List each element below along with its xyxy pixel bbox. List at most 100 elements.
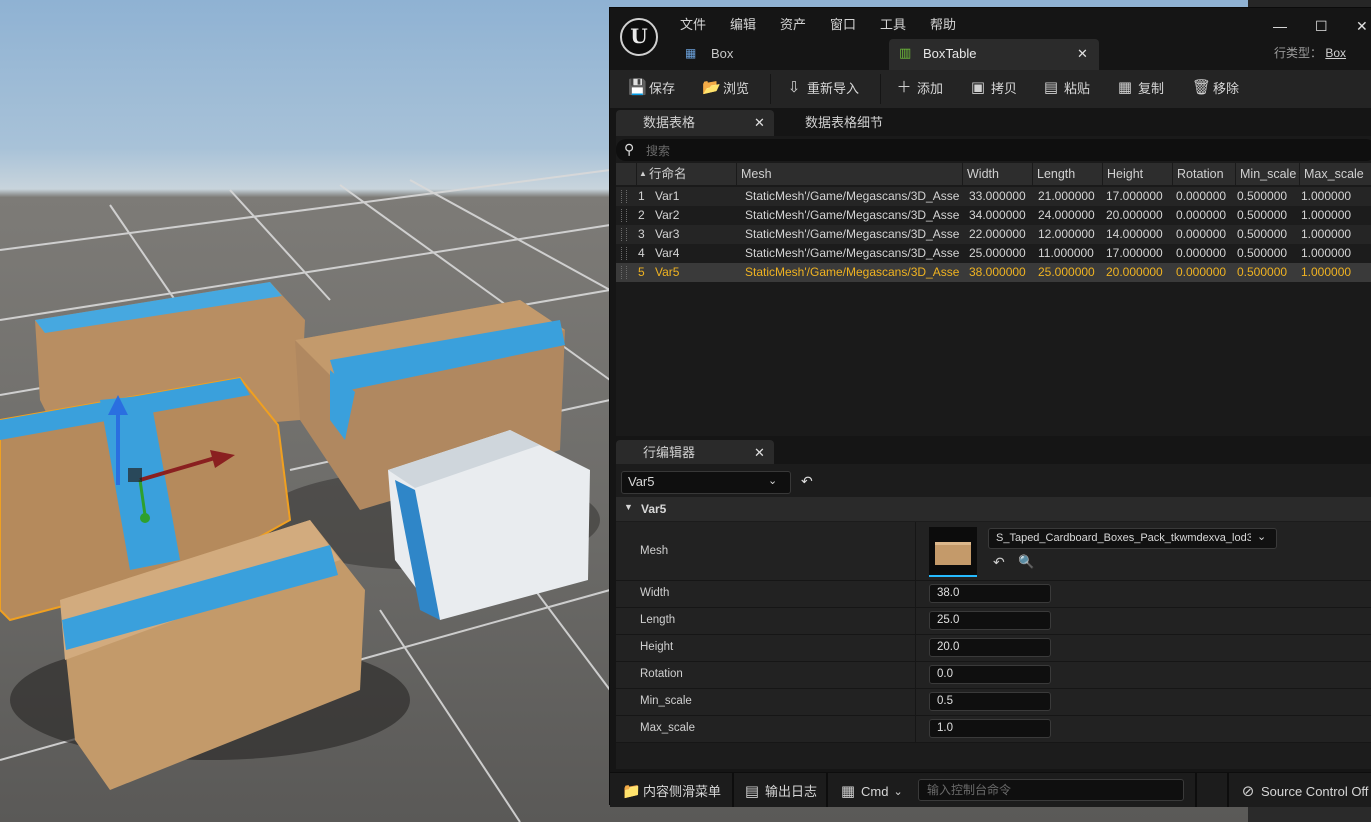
row-width: 38.000000: [969, 265, 1026, 279]
row-type-label: 行类型：: [1274, 46, 1323, 60]
tab-row-editor[interactable]: 行编辑器 ✕: [616, 440, 774, 466]
column-header-length[interactable]: Length: [1032, 163, 1102, 185]
search-box[interactable]: ⚲ 搜索: [616, 139, 1371, 161]
drag-handle-icon[interactable]: [621, 266, 627, 279]
chevron-down-icon: ⌄: [893, 786, 903, 798]
table-row[interactable]: 1 Var1 StaticMesh'/Game/Megascans/3D_Ass…: [616, 187, 1371, 206]
source-control-label: Source Control Off: [1261, 784, 1369, 799]
minimize-icon[interactable]: —: [1273, 18, 1287, 34]
column-header-height[interactable]: Height: [1102, 163, 1172, 185]
tab-box[interactable]: ▦ Box: [675, 39, 875, 70]
column-header-mesh[interactable]: Mesh: [736, 163, 962, 185]
mesh-asset-picker[interactable]: S_Taped_Cardboard_Boxes_Pack_tkwmdexva_l…: [988, 528, 1277, 549]
copy-button[interactable]: ▣ 拷贝: [970, 78, 1017, 97]
cmd-dropdown[interactable]: ▦ Cmd ⌄: [840, 780, 903, 804]
row-index: 3: [638, 227, 645, 241]
maximize-icon[interactable]: ☐: [1315, 18, 1328, 35]
log-icon: ▤: [744, 783, 760, 800]
row-rotation: 0.000000: [1176, 208, 1227, 222]
property-label: Rotation: [640, 668, 683, 680]
drag-handle-icon[interactable]: [621, 228, 627, 241]
add-row-button[interactable]: ＋ 添加: [896, 78, 943, 97]
search-input[interactable]: 搜索: [646, 142, 670, 159]
close-window-icon[interactable]: ✕: [1356, 18, 1368, 35]
drag-handle-icon[interactable]: [621, 247, 627, 260]
duplicate-button[interactable]: ▦ 复制: [1117, 78, 1164, 97]
row-max-scale: 1.000000: [1301, 227, 1352, 241]
drag-handle-icon[interactable]: [621, 190, 627, 203]
max-scale-field[interactable]: 1.0: [929, 719, 1051, 738]
console-command-input[interactable]: 输入控制台命令: [918, 779, 1184, 801]
table-row[interactable]: 4 Var4 StaticMesh'/Game/Megascans/3D_Ass…: [616, 244, 1371, 263]
tab-data-table-details[interactable]: 数据表格细节: [805, 110, 883, 136]
close-panel-icon[interactable]: ✕: [754, 440, 765, 466]
remove-button[interactable]: 🗑 移除: [1192, 78, 1239, 97]
table-row-selected[interactable]: 5 Var5 StaticMesh'/Game/Megascans/3D_Ass…: [616, 263, 1371, 282]
save-button[interactable]: 💾 保存: [628, 78, 675, 97]
data-table-icon: ▥: [899, 45, 912, 60]
source-control-button[interactable]: ⊘ Source Control Off: [1240, 780, 1369, 804]
row-rotation: 0.000000: [1176, 189, 1227, 203]
close-tab-icon[interactable]: ✕: [1077, 46, 1088, 62]
row-height: 14.000000: [1106, 227, 1163, 241]
row-width: 34.000000: [969, 208, 1026, 222]
drag-handle-icon[interactable]: [621, 209, 627, 222]
height-field[interactable]: 20.0: [929, 638, 1051, 657]
row-name: Var5: [655, 265, 680, 279]
length-field[interactable]: 25.0: [929, 611, 1051, 630]
table-row[interactable]: 2 Var2 StaticMesh'/Game/Megascans/3D_Ass…: [616, 206, 1371, 225]
table-row[interactable]: 3 Var3 StaticMesh'/Game/Megascans/3D_Ass…: [616, 225, 1371, 244]
tab-boxtable[interactable]: ▥ BoxTable ✕: [889, 39, 1099, 70]
unreal-logo-icon[interactable]: U: [620, 18, 658, 56]
row-min-scale: 0.500000: [1237, 265, 1288, 279]
menu-asset[interactable]: 资产: [780, 14, 806, 33]
width-field[interactable]: 38.0: [929, 584, 1051, 603]
reimport-button[interactable]: ⇩ 重新导入: [786, 78, 859, 97]
column-header-min-scale[interactable]: Min_scale: [1235, 163, 1299, 185]
reset-arrow-icon[interactable]: ↶: [801, 473, 813, 490]
column-header-row-name[interactable]: ▲ 行命名: [636, 163, 736, 185]
column-header-max-scale[interactable]: Max_scale: [1299, 163, 1371, 185]
toolbar: 💾 保存 📂 浏览 ⇩ 重新导入 ＋ 添加 ▣ 拷贝 ▤ 粘贴 ▦ 复制 🗑 移除: [610, 70, 1371, 108]
status-divider: [732, 773, 734, 807]
menu-edit[interactable]: 编辑: [730, 14, 756, 33]
duplicate-icon: ▦: [1117, 78, 1133, 96]
property-row-mesh: Mesh S_Taped_Cardboard_Boxes_Pack_tkwmde…: [616, 522, 1371, 581]
chevron-down-icon: ▼: [624, 502, 633, 512]
property-divider: [915, 635, 916, 661]
close-panel-icon[interactable]: ✕: [754, 110, 765, 136]
blueprint-icon: ▦: [685, 46, 697, 60]
row-index: 4: [638, 246, 645, 260]
table-header: ▲ 行命名 Mesh Width Length Height Rotation M…: [616, 163, 1371, 185]
min-scale-field[interactable]: 0.5: [929, 692, 1051, 711]
column-header-rotation[interactable]: Rotation: [1172, 163, 1235, 185]
menu-help[interactable]: 帮助: [930, 14, 956, 33]
rotation-field[interactable]: 0.0: [929, 665, 1051, 684]
paste-button[interactable]: ▤ 粘贴: [1043, 78, 1090, 97]
menu-tools[interactable]: 工具: [880, 14, 906, 33]
mesh-thumbnail[interactable]: [929, 527, 977, 577]
use-selected-icon[interactable]: ↶: [993, 554, 1005, 571]
row-mesh: StaticMesh'/Game/Megascans/3D_Asse: [745, 189, 960, 203]
row-type-value[interactable]: Box: [1325, 46, 1346, 60]
output-log-button[interactable]: ▤ 输出日志: [744, 780, 817, 804]
row-name: Var1: [655, 189, 680, 203]
box-mesh-icon: [935, 542, 971, 565]
tab-row-editor-label: 行编辑器: [643, 445, 696, 460]
row-rotation: 0.000000: [1176, 265, 1227, 279]
category-header[interactable]: ▼ Var5: [616, 497, 1371, 521]
menu-file[interactable]: 文件: [680, 14, 706, 33]
menu-window[interactable]: 窗口: [830, 14, 856, 33]
tab-data-table[interactable]: 数据表格 ✕: [616, 110, 774, 136]
column-header-width[interactable]: Width: [962, 163, 1032, 185]
row-min-scale: 0.500000: [1237, 189, 1288, 203]
row-select-dropdown[interactable]: Var5 ⌄: [621, 471, 791, 494]
property-divider: [915, 608, 916, 634]
row-rotation: 0.000000: [1176, 227, 1227, 241]
row-max-scale: 1.000000: [1301, 246, 1352, 260]
browse-button[interactable]: 📂 浏览: [702, 78, 749, 97]
property-label: Width: [640, 587, 670, 599]
property-label: Height: [640, 641, 674, 653]
browse-asset-icon[interactable]: 🔍: [1018, 554, 1034, 570]
content-drawer-button[interactable]: 📁 内容侧滑菜单: [622, 780, 721, 804]
